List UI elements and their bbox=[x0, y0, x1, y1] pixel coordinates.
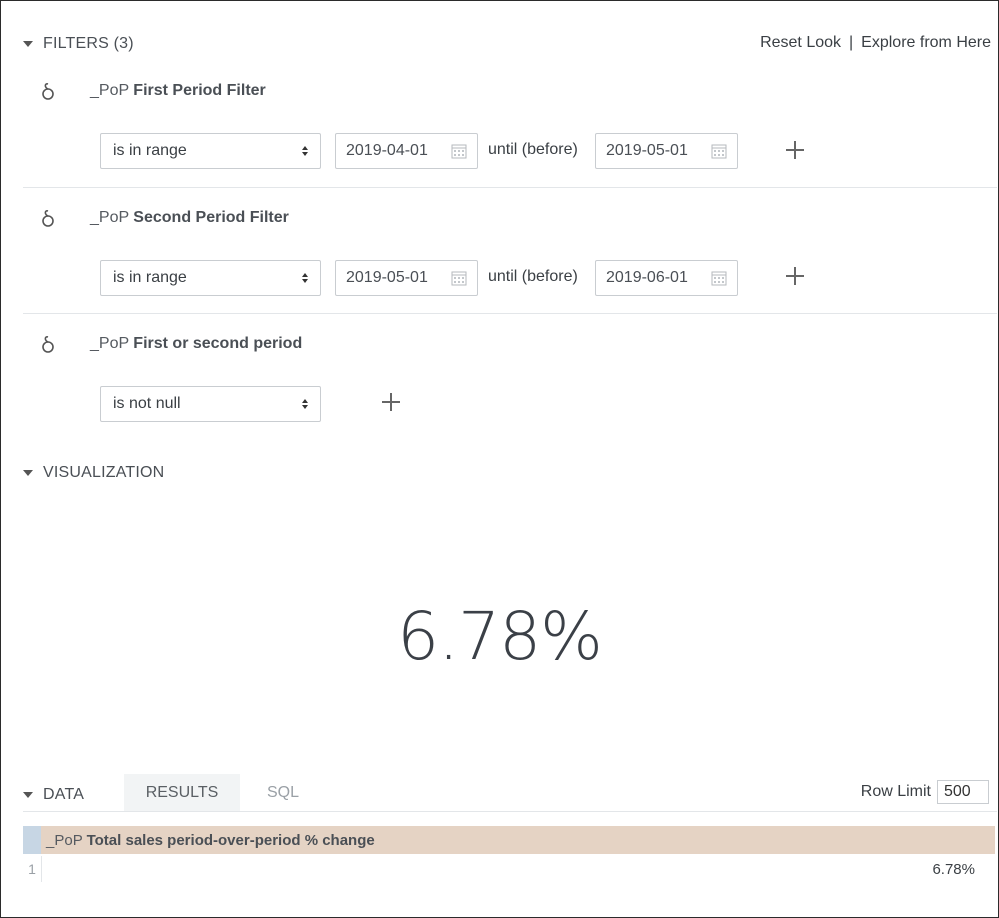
filter-1-label: _PoP First Period Filter bbox=[90, 82, 266, 99]
filter-3-operator-value: is not null bbox=[113, 395, 181, 412]
filter-1-operator-value: is in range bbox=[113, 142, 187, 159]
visualization-title: VISUALIZATION bbox=[43, 464, 165, 481]
filter-1-from-value: 2019-04-01 bbox=[346, 142, 428, 159]
filter-1-from-date[interactable]: 2019-04-01 bbox=[335, 133, 478, 169]
filter-1-operator-select[interactable]: is in range bbox=[100, 133, 321, 169]
select-arrows-icon bbox=[302, 399, 308, 409]
plus-icon[interactable] bbox=[786, 141, 804, 159]
field-icon bbox=[42, 83, 54, 100]
calendar-icon[interactable] bbox=[711, 270, 727, 286]
row-limit-label: Row Limit bbox=[860, 783, 931, 800]
filter-divider bbox=[23, 313, 997, 314]
caret-down-icon[interactable] bbox=[23, 792, 33, 798]
calendar-icon[interactable] bbox=[711, 143, 727, 159]
results-column-header[interactable]: _PoP Total sales period-over-period % ch… bbox=[41, 832, 375, 849]
filter-1-header: _PoP First Period Filter bbox=[40, 81, 266, 101]
select-arrows-icon bbox=[302, 146, 308, 156]
plus-icon[interactable] bbox=[382, 393, 400, 411]
select-arrows-icon bbox=[302, 273, 308, 283]
filters-title: FILTERS (3) bbox=[43, 35, 134, 52]
filter-3-header: _PoP First or second period bbox=[40, 334, 302, 354]
filter-1-to-value: 2019-05-01 bbox=[606, 142, 688, 159]
table-row: 1 6.78% bbox=[23, 856, 995, 882]
field-icon bbox=[42, 210, 54, 227]
filter-2-operator-value: is in range bbox=[113, 269, 187, 286]
filter-2-operator-select[interactable]: is in range bbox=[100, 260, 321, 296]
single-value: 6.78% bbox=[397, 598, 603, 675]
caret-down-icon[interactable] bbox=[23, 41, 33, 47]
filter-2-from-value: 2019-05-01 bbox=[346, 269, 428, 286]
filter-2-label: _PoP Second Period Filter bbox=[90, 209, 289, 226]
field-icon bbox=[42, 336, 54, 353]
tab-sql[interactable]: SQL bbox=[240, 774, 326, 811]
row-limit: Row Limit bbox=[861, 780, 989, 804]
reset-look-link[interactable]: Reset Look bbox=[760, 34, 841, 52]
row-value: 6.78% bbox=[932, 860, 975, 878]
calendar-icon[interactable] bbox=[451, 270, 467, 286]
row-number: 1 bbox=[23, 856, 42, 882]
data-header[interactable]: DATA bbox=[23, 786, 84, 804]
filter-2-until-label: until (before) bbox=[488, 268, 578, 285]
actions-separator: | bbox=[849, 34, 854, 51]
filters-header[interactable]: FILTERS (3) bbox=[23, 35, 134, 53]
filter-1-to-date[interactable]: 2019-05-01 bbox=[595, 133, 738, 169]
filter-3-operator-select[interactable]: is not null bbox=[100, 386, 321, 422]
filter-2-from-date[interactable]: 2019-05-01 bbox=[335, 260, 478, 296]
explore-from-here-link[interactable]: Explore from Here bbox=[861, 34, 991, 52]
tab-results[interactable]: RESULTS bbox=[124, 774, 240, 811]
filter-2-to-value: 2019-06-01 bbox=[606, 269, 688, 286]
filter-divider bbox=[23, 187, 997, 188]
plus-icon[interactable] bbox=[786, 267, 804, 285]
filter-1-until-label: until (before) bbox=[488, 141, 578, 158]
data-title: DATA bbox=[43, 786, 85, 803]
filter-3-label: _PoP First or second period bbox=[90, 335, 303, 352]
caret-down-icon[interactable] bbox=[23, 470, 33, 476]
filter-2-header: _PoP Second Period Filter bbox=[40, 208, 289, 228]
calendar-icon[interactable] bbox=[451, 143, 467, 159]
visualization-header[interactable]: VISUALIZATION bbox=[23, 464, 164, 482]
filter-2-to-date[interactable]: 2019-06-01 bbox=[595, 260, 738, 296]
look-actions: Reset Look | Explore from Here bbox=[760, 34, 991, 52]
results-header-row: _PoP Total sales period-over-period % ch… bbox=[23, 826, 995, 854]
row-limit-input[interactable] bbox=[937, 780, 989, 804]
data-divider bbox=[23, 811, 997, 812]
index-column-header bbox=[23, 826, 41, 854]
